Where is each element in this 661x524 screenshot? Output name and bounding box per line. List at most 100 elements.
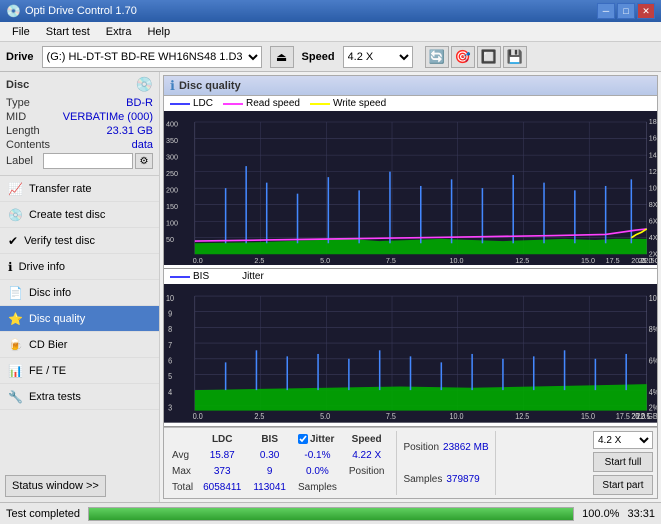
stats-row: LDC BIS Jitter Speed Avg: [164, 427, 657, 498]
svg-text:8X: 8X: [649, 200, 657, 209]
charts-area: LDC Read speed Write speed: [164, 96, 657, 498]
menu-start-test[interactable]: Start test: [38, 24, 98, 40]
nav-create-test-disc[interactable]: 💿 Create test disc: [0, 202, 159, 228]
stats-divider-2: [495, 431, 496, 495]
progress-bar-fill: [89, 508, 573, 520]
svg-text:200: 200: [166, 185, 178, 194]
svg-text:2.5: 2.5: [254, 256, 264, 265]
jitter-color-swatch: [219, 276, 239, 278]
nav-extra-tests[interactable]: 🔧 Extra tests: [0, 384, 159, 410]
disc-label-input[interactable]: [43, 153, 133, 169]
position-label: Position: [403, 442, 439, 453]
nav-items: 📈 Transfer rate 💿 Create test disc ✔ Ver…: [0, 176, 159, 470]
svg-text:6X: 6X: [649, 216, 657, 225]
sidebar: Disc 💿 Type BD-R MID VERBATIMe (000) Len…: [0, 72, 160, 502]
read-speed-legend-item: Read speed: [223, 98, 300, 109]
minimize-button[interactable]: ─: [597, 3, 615, 19]
jitter-header-label: Jitter: [310, 434, 334, 445]
samples-row: Samples 379879: [403, 474, 488, 485]
svg-text:4%: 4%: [649, 388, 657, 398]
stats-total-label: Total: [168, 479, 197, 495]
ldc-chart-svg: 400 350 300 250 200 150 100 50 18X 16X 1…: [164, 111, 657, 265]
nav-disc-info-label: Disc info: [29, 287, 71, 299]
write-speed-color-swatch: [310, 103, 330, 105]
test-speed-select[interactable]: 4.2 X: [593, 431, 653, 449]
stats-header-row: LDC BIS Jitter Speed: [168, 431, 390, 447]
action-buttons: 4.2 X Start full Start part: [593, 431, 653, 495]
stats-max-label: Max: [168, 463, 197, 479]
disc-type-row: Type BD-R: [6, 97, 153, 109]
jitter-checkbox-group: Jitter: [298, 434, 337, 445]
disc-mid-value: VERBATIMe (000): [63, 111, 153, 123]
window-controls: ─ □ ✕: [597, 3, 655, 19]
extra-tests-icon: 🔧: [8, 390, 23, 404]
close-button[interactable]: ✕: [637, 3, 655, 19]
elapsed-time: 33:31: [627, 508, 655, 520]
drive-info-icon: ℹ: [8, 260, 13, 274]
speed-refresh-button[interactable]: 🔄: [425, 46, 449, 68]
ldc-legend: LDC Read speed Write speed: [164, 96, 657, 111]
icon-btn-1[interactable]: 🎯: [451, 46, 475, 68]
stats-avg-row: Avg 15.87 0.30 -0.1% 4.22 X: [168, 447, 390, 463]
nav-create-test-disc-label: Create test disc: [29, 209, 105, 221]
nav-transfer-rate[interactable]: 📈 Transfer rate: [0, 176, 159, 202]
svg-text:12X: 12X: [649, 167, 657, 176]
speed-select-row: 4.2 X: [593, 431, 653, 449]
menu-help[interactable]: Help: [139, 24, 178, 40]
svg-text:4X: 4X: [649, 233, 657, 242]
speed-select-drive[interactable]: 4.2 X: [343, 46, 413, 68]
samples-value: 379879: [446, 474, 479, 485]
drive-eject-button[interactable]: ⏏: [270, 46, 294, 68]
create-test-disc-icon: 💿: [8, 208, 23, 222]
jitter-checkbox[interactable]: [298, 434, 308, 444]
nav-fe-te[interactable]: 📊 FE / TE: [0, 358, 159, 384]
stats-samples-label-cell: Samples: [292, 479, 343, 495]
stats-empty-header: [168, 431, 197, 447]
svg-text:6%: 6%: [649, 356, 657, 366]
read-speed-color-swatch: [223, 103, 243, 105]
menu-extra[interactable]: Extra: [98, 24, 140, 40]
status-text: Test completed: [6, 508, 80, 520]
icon-btn-3[interactable]: 💾: [503, 46, 527, 68]
svg-text:18X: 18X: [649, 117, 657, 126]
stats-total-bis: 113041: [247, 479, 292, 495]
disc-label-row: Label ⚙: [6, 153, 153, 169]
disc-label-button[interactable]: ⚙: [135, 153, 153, 169]
nav-extra-tests-label: Extra tests: [29, 391, 81, 403]
svg-text:12.5: 12.5: [515, 412, 530, 422]
svg-text:0.0: 0.0: [193, 256, 203, 265]
dq-icon: ℹ: [170, 78, 175, 94]
speed-label: Speed: [302, 51, 335, 63]
start-full-button[interactable]: Start full: [593, 452, 653, 472]
nav-verify-test-disc[interactable]: ✔ Verify test disc: [0, 228, 159, 254]
svg-text:7.5: 7.5: [386, 412, 397, 422]
maximize-button[interactable]: □: [617, 3, 635, 19]
menu-file[interactable]: File: [4, 24, 38, 40]
nav-cd-bier[interactable]: 🍺 CD Bier: [0, 332, 159, 358]
svg-text:7.5: 7.5: [386, 256, 396, 265]
disc-contents-label: Contents: [6, 139, 50, 151]
disc-quality-panel: ℹ Disc quality LDC Read speed: [163, 75, 658, 499]
nav-cd-bier-label: CD Bier: [29, 339, 68, 351]
disc-mid-label: MID: [6, 111, 26, 123]
stats-max-bis: 9: [247, 463, 292, 479]
svg-text:300: 300: [166, 152, 178, 161]
nav-drive-info[interactable]: ℹ Drive info: [0, 254, 159, 280]
nav-disc-quality[interactable]: ⭐ Disc quality: [0, 306, 159, 332]
icon-btn-2[interactable]: 🔲: [477, 46, 501, 68]
svg-text:0.0: 0.0: [193, 412, 204, 422]
disc-length-value: 23.31 GB: [107, 125, 153, 137]
start-part-button[interactable]: Start part: [593, 475, 653, 495]
nav-disc-info[interactable]: 📄 Disc info: [0, 280, 159, 306]
status-window-button[interactable]: Status window >>: [5, 475, 106, 497]
app-icon: 💿: [6, 4, 21, 18]
bis-legend-label: BIS: [193, 271, 209, 282]
stats-avg-label: Avg: [168, 447, 197, 463]
stats-table: LDC BIS Jitter Speed Avg: [168, 431, 390, 495]
svg-text:6: 6: [168, 356, 173, 366]
stats-avg-ldc: 15.87: [197, 447, 247, 463]
statusbar: Test completed 100.0% 33:31: [0, 502, 661, 524]
stats-max-ldc: 373: [197, 463, 247, 479]
drive-select[interactable]: (G:) HL-DT-ST BD-RE WH16NS48 1.D3: [42, 46, 262, 68]
svg-text:5: 5: [168, 372, 173, 382]
